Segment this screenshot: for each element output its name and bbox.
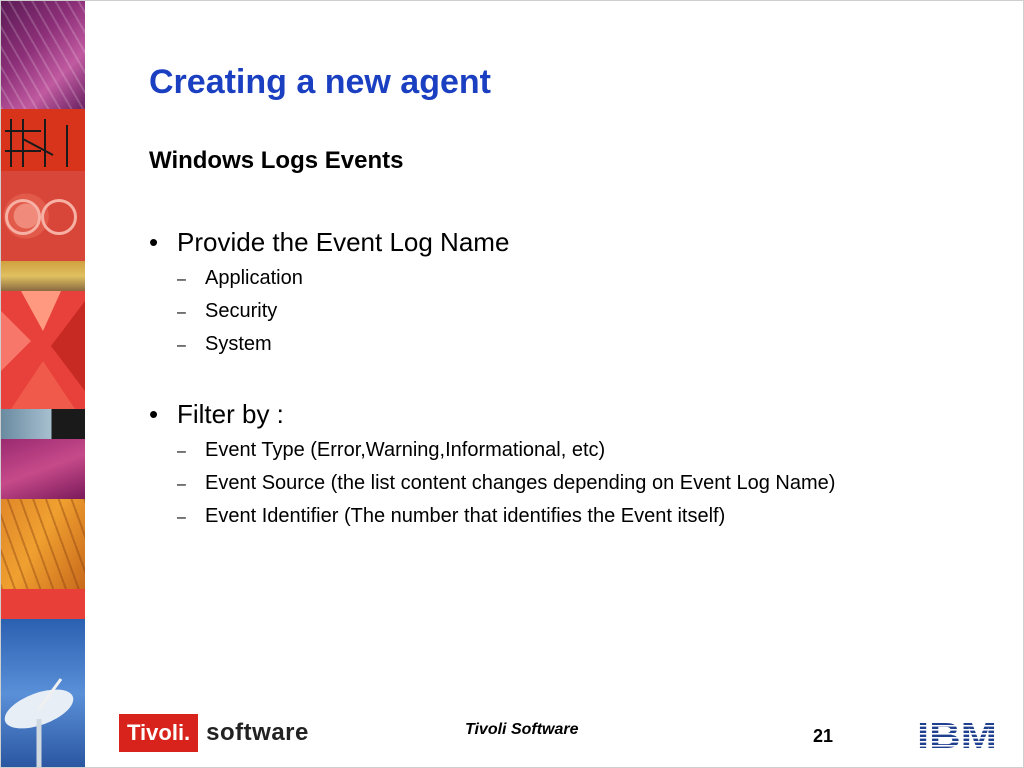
dash-glyph: – xyxy=(177,337,186,354)
strip-tile-magenta xyxy=(1,439,85,499)
strip-tile-orange xyxy=(1,499,85,589)
strip-tile-circuit xyxy=(1,109,85,171)
slide-title: Creating a new agent xyxy=(149,63,491,101)
strip-tile-blue-black xyxy=(1,409,85,439)
sub-item: – Event Identifier (The number that ident… xyxy=(177,505,725,528)
sub-item: – Event Source (the list content changes … xyxy=(177,472,835,495)
tivoli-software-logo: Tivoli. software xyxy=(119,714,309,752)
bullet-label: Filter by : xyxy=(177,399,284,429)
footer-center-text: Tivoli Software xyxy=(465,721,579,738)
sub-item: – Application xyxy=(177,267,303,290)
tivoli-logo-word: software xyxy=(206,719,309,746)
sub-item-label: Event Type (Error,Warning,Informational,… xyxy=(205,439,606,461)
sub-item-label: Event Source (the list content changes d… xyxy=(205,472,836,494)
bullet-glyph: • xyxy=(149,399,159,429)
bullet-glyph: • xyxy=(149,227,159,257)
slide-subtitle: Windows Logs Events xyxy=(149,147,404,174)
strip-tile-purple xyxy=(1,1,85,109)
sub-item-label: System xyxy=(205,333,272,355)
strip-tile-red xyxy=(1,589,85,619)
sub-item: – System xyxy=(177,333,272,356)
dash-glyph: – xyxy=(177,476,186,493)
strip-tile-gold xyxy=(1,261,85,291)
dash-glyph: – xyxy=(177,509,186,526)
sub-item: – Security xyxy=(177,300,277,323)
dash-glyph: – xyxy=(177,304,186,321)
slide: Creating a new agent Windows Logs Events… xyxy=(0,0,1024,768)
bullet-item: • Provide the Event Log Name xyxy=(149,227,509,258)
sub-item-label: Security xyxy=(205,300,278,322)
dash-glyph: – xyxy=(177,443,186,460)
ibm-logo: IBM xyxy=(917,717,997,756)
dash-glyph: – xyxy=(177,271,186,288)
strip-tile-red-x xyxy=(1,291,85,409)
strip-tile-dials xyxy=(1,171,85,261)
strip-tile-satellite xyxy=(1,619,85,767)
bullet-label: Provide the Event Log Name xyxy=(177,227,510,257)
sub-item: – Event Type (Error,Warning,Informational… xyxy=(177,439,605,462)
sub-item-label: Application xyxy=(205,267,303,289)
sub-item-label: Event Identifier (The number that identi… xyxy=(205,505,726,527)
bullet-item: • Filter by : xyxy=(149,399,284,430)
page-number: 21 xyxy=(813,726,834,746)
tivoli-logo-brand: Tivoli. xyxy=(119,714,199,752)
decorative-image-strip xyxy=(1,1,85,767)
